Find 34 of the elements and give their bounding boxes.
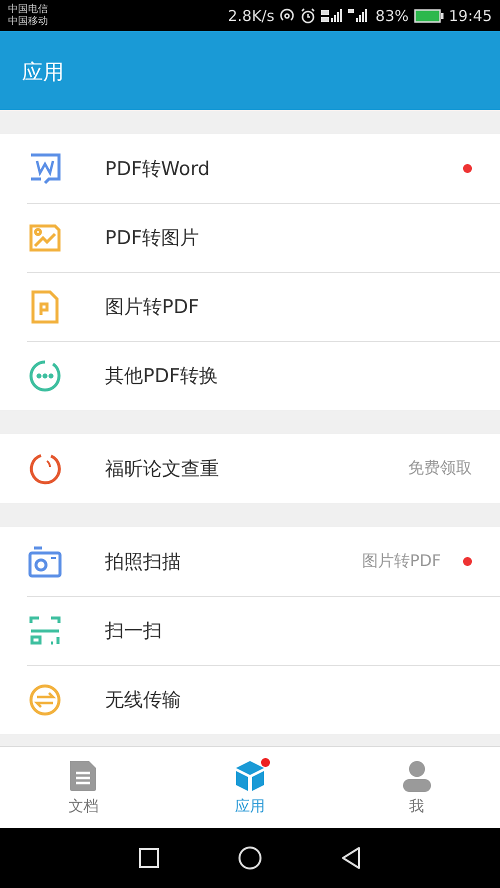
home-button[interactable] [238,846,262,870]
menu-item-label: 图片转PDF [105,295,200,320]
clock-time: 19:45 [448,6,492,24]
carrier-name: 中国电信 [8,4,48,16]
menu-item-label: PDF转Word [105,156,210,182]
battery-percent: 83% [375,6,409,24]
page-title: 应用 [22,58,64,86]
menu-item-label: 无线传输 [105,688,181,713]
camera-icon [27,544,63,580]
menu-item-label: 福昕论文查重 [105,456,219,482]
battery-icon [414,8,444,24]
menu-item[interactable]: PDF转图片 [27,203,500,272]
cube-icon [233,759,267,793]
transfer-icon [27,682,63,718]
menu-item-hint: 免费领取 [408,458,472,479]
carrier-name: 中国移动 [8,16,48,28]
menu-item-label: 其他PDF转换 [105,364,218,389]
menu-item[interactable]: PDF转Word [27,134,500,203]
menu-item[interactable]: 扫一扫 [27,596,500,665]
recent-apps-button[interactable] [138,847,160,869]
menu-item-label: 扫一扫 [105,619,162,644]
menu-item-label: PDF转图片 [105,226,200,251]
back-button[interactable] [340,846,362,870]
menu-item[interactable]: 拍照扫描 图片转PDF [27,527,500,596]
more-icon [27,358,63,394]
menu-item[interactable]: 无线传输 [27,665,500,734]
menu-item-hint: 图片转PDF [362,551,441,572]
signal-icon [321,8,344,24]
menu-item[interactable]: 图片转PDF [27,272,500,341]
menu-item-label: 拍照扫描 [105,550,181,574]
menu-item[interactable]: 其他PDF转换 [27,341,500,410]
network-speed: 2.8K/s [228,6,274,24]
alarm-icon [300,8,316,24]
hotspot-icon [279,8,296,24]
